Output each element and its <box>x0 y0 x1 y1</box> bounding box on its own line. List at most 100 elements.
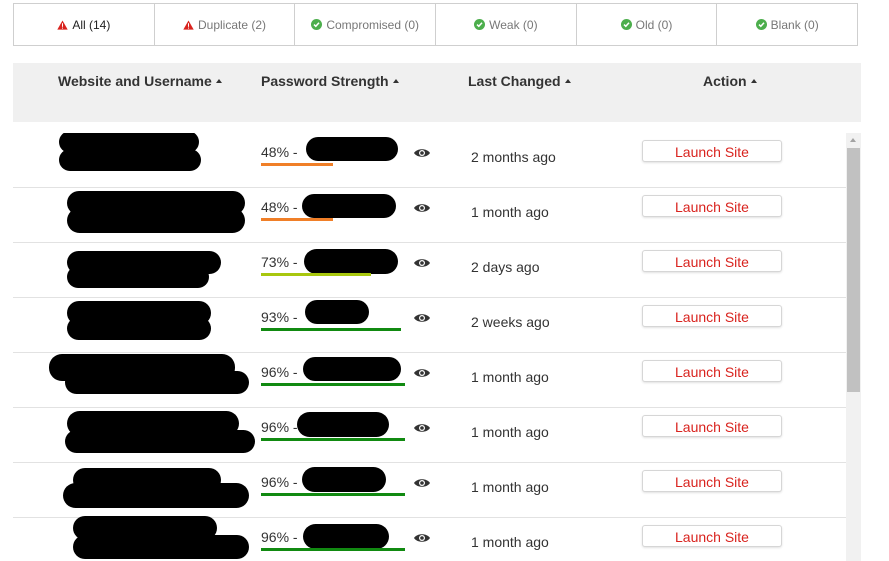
redacted-password <box>303 357 401 381</box>
column-header-last-changed[interactable]: Last Changed <box>468 73 571 89</box>
eye-icon[interactable] <box>413 312 431 324</box>
table-row: 93% - 2 weeks ago Launch Site <box>13 298 846 353</box>
tab-label: Blank (0) <box>770 17 819 32</box>
last-changed: 1 month ago <box>471 204 549 220</box>
last-changed: 1 month ago <box>471 479 549 495</box>
strength-bar <box>261 218 333 221</box>
strength-percent: 48% - <box>261 144 298 160</box>
tab-label: Duplicate (2) <box>197 17 267 32</box>
redacted-password <box>297 412 389 437</box>
strength-percent: 73% - <box>261 254 298 270</box>
table-row: 73% - 2 days ago Launch Site <box>13 243 846 298</box>
launch-site-button[interactable]: Launch Site <box>642 250 782 272</box>
last-changed: 2 days ago <box>471 259 540 275</box>
table-row: 96% - 1 month ago Launch Site <box>13 463 846 518</box>
strength-bar <box>261 328 401 331</box>
table-row: 48% - 1 month ago Launch Site <box>13 188 846 243</box>
column-header-label: Website and Username <box>58 73 212 89</box>
strength-bar <box>261 548 405 551</box>
sort-caret-icon <box>564 79 571 84</box>
redacted-username <box>59 149 201 171</box>
sort-caret-icon <box>215 79 222 84</box>
tabs-divider <box>154 45 858 46</box>
launch-site-button[interactable]: Launch Site <box>642 195 782 217</box>
eye-icon[interactable] <box>413 477 431 489</box>
redacted-password <box>303 524 389 549</box>
column-header-label: Action <box>703 73 747 89</box>
check-circle-icon <box>474 19 486 30</box>
launch-site-button[interactable]: Launch Site <box>642 360 782 382</box>
strength-percent: 96% - <box>261 364 298 380</box>
strength-percent: 48% - <box>261 199 298 215</box>
redacted-username <box>67 317 211 340</box>
strength-percent: 93% - <box>261 309 298 325</box>
eye-icon[interactable] <box>413 202 431 214</box>
tab-label: All (14) <box>72 17 111 32</box>
tab-label: Old (0) <box>635 17 673 32</box>
last-changed: 1 month ago <box>471 369 549 385</box>
scroll-up-arrow-icon[interactable] <box>846 133 861 147</box>
redacted-username <box>67 208 245 233</box>
table-row: 48% - 2 months ago Launch Site <box>13 133 846 188</box>
eye-icon[interactable] <box>413 422 431 434</box>
tab-weak[interactable]: Weak (0) <box>435 4 576 45</box>
sort-caret-icon <box>392 79 399 84</box>
column-header-label: Password Strength <box>261 73 389 89</box>
table-header: Website and Username Password Strength L… <box>13 63 861 122</box>
redacted-password <box>304 249 398 274</box>
strength-bar <box>261 383 405 386</box>
tab-compromised[interactable]: Compromised (0) <box>294 4 435 45</box>
redacted-username <box>65 371 249 394</box>
warning-icon <box>183 20 194 30</box>
tab-old[interactable]: Old (0) <box>575 4 717 45</box>
password-table-body: 48% - 2 months ago Launch Site 48% - 1 m… <box>13 133 846 561</box>
check-circle-icon <box>620 19 632 30</box>
strength-percent: 96% - <box>261 419 298 435</box>
eye-icon[interactable] <box>413 532 431 544</box>
strength-bar <box>261 163 333 166</box>
redacted-password <box>305 300 369 324</box>
filter-tabs: All (14) Duplicate (2) Compromised (0) W… <box>13 3 858 46</box>
check-circle-icon <box>311 19 323 30</box>
redacted-username <box>73 535 249 559</box>
table-row: 96% - 1 month ago Launch Site <box>13 353 846 408</box>
table-row: 96% - 1 month ago Launch Site <box>13 516 846 561</box>
strength-bar <box>261 438 405 441</box>
redacted-username <box>67 266 209 288</box>
column-header-label: Last Changed <box>468 73 561 89</box>
strength-bar <box>261 493 405 496</box>
redacted-password <box>302 194 396 218</box>
column-header-website[interactable]: Website and Username <box>58 73 222 89</box>
eye-icon[interactable] <box>413 367 431 379</box>
last-changed: 1 month ago <box>471 534 549 550</box>
check-circle-icon <box>755 19 767 30</box>
scrollbar-thumb[interactable] <box>847 148 860 392</box>
redacted-password <box>306 137 398 161</box>
launch-site-button[interactable]: Launch Site <box>642 140 782 162</box>
strength-percent: 96% - <box>261 529 298 545</box>
tab-all[interactable]: All (14) <box>14 4 154 45</box>
launch-site-button[interactable]: Launch Site <box>642 305 782 327</box>
tab-label: Weak (0) <box>489 17 538 32</box>
launch-site-button[interactable]: Launch Site <box>642 525 782 547</box>
tab-label: Compromised (0) <box>326 17 420 32</box>
redacted-password <box>302 467 386 492</box>
eye-icon[interactable] <box>413 147 431 159</box>
strength-bar <box>261 273 371 276</box>
vertical-scrollbar[interactable] <box>846 133 861 561</box>
warning-icon <box>57 20 69 30</box>
strength-percent: 96% - <box>261 474 298 490</box>
last-changed: 2 weeks ago <box>471 314 550 330</box>
sort-caret-icon <box>750 79 757 84</box>
tab-blank[interactable]: Blank (0) <box>716 4 857 45</box>
last-changed: 2 months ago <box>471 149 556 165</box>
last-changed: 1 month ago <box>471 424 549 440</box>
redacted-username <box>63 483 249 508</box>
column-header-strength[interactable]: Password Strength <box>261 73 399 89</box>
launch-site-button[interactable]: Launch Site <box>642 415 782 437</box>
launch-site-button[interactable]: Launch Site <box>642 470 782 492</box>
column-header-action[interactable]: Action <box>703 73 757 89</box>
eye-icon[interactable] <box>413 257 431 269</box>
redacted-username <box>65 430 255 453</box>
tab-duplicate[interactable]: Duplicate (2) <box>153 4 295 45</box>
